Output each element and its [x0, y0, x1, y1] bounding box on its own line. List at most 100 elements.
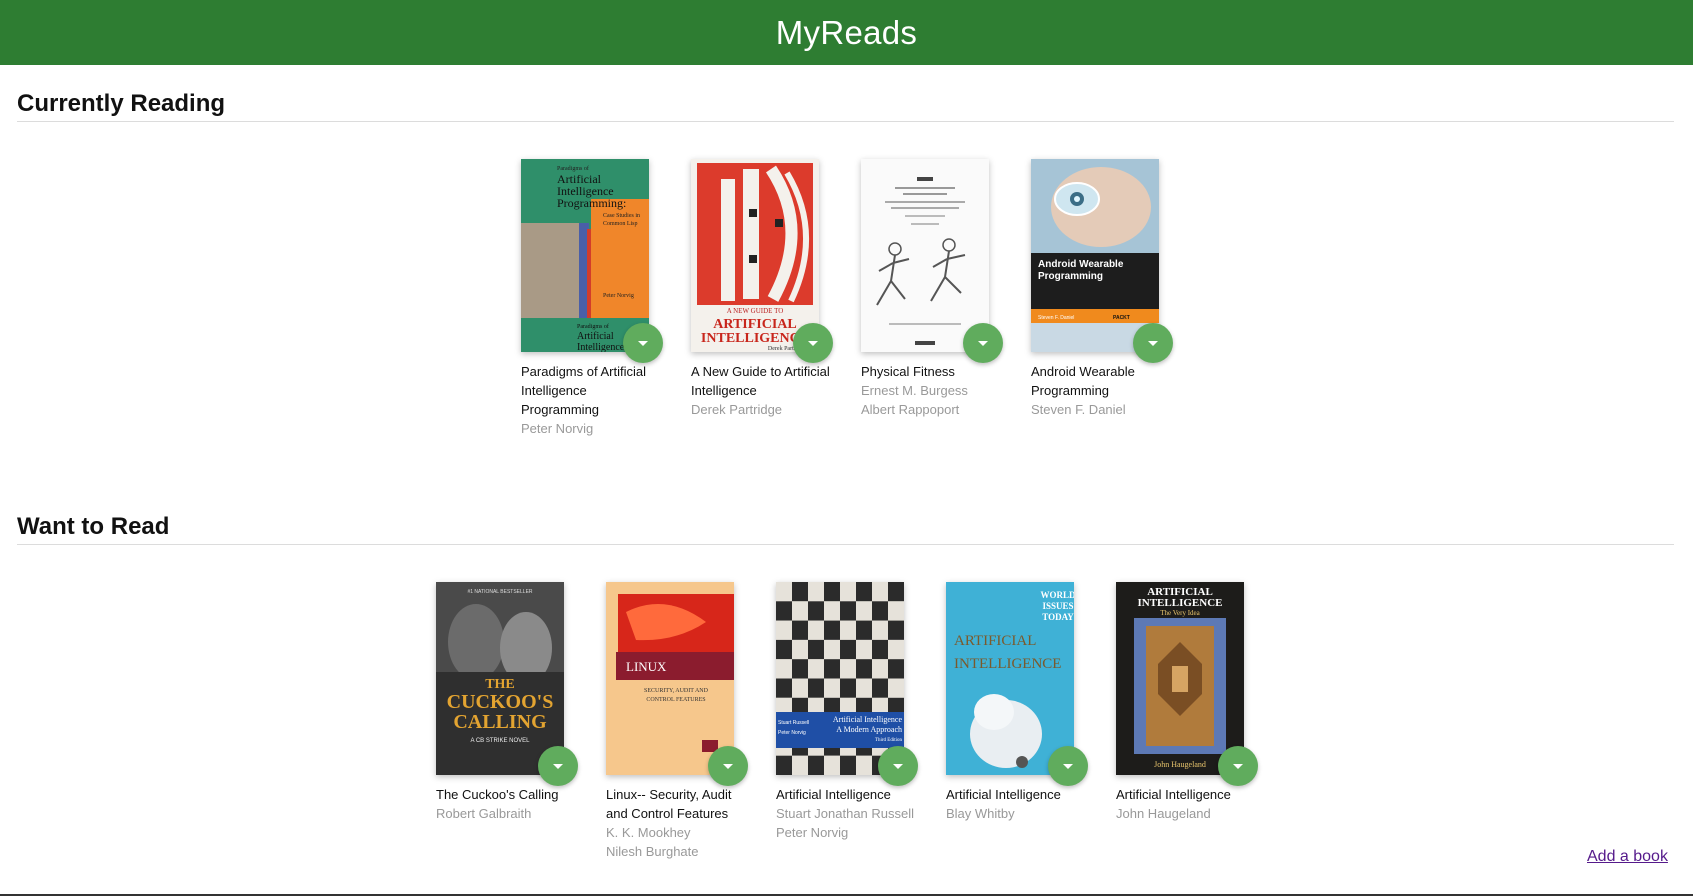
- book-cover[interactable]: #1 NATIONAL BESTSELLER THE CUCKOO'S CALL…: [436, 582, 578, 786]
- cover-pattern-tile: [776, 582, 792, 602]
- shelf-changer-button[interactable]: [1218, 746, 1258, 786]
- cover-pattern-tile: [840, 678, 856, 698]
- book-cover[interactable]: ARTIFICIAL INTELLIGENCE The Very Idea Jo…: [1116, 582, 1258, 786]
- cover-text: Stuart Russell: [778, 720, 809, 726]
- book-paradigms: Paradigms of Artificial Intelligence Pro…: [521, 159, 671, 438]
- book-author: Albert Rappoport: [861, 402, 960, 417]
- cover-pattern-tile: [792, 659, 808, 679]
- cover-text: ARTIFICIAL: [954, 633, 1036, 649]
- cover-pattern-tile: [792, 639, 808, 660]
- book-author: Blay Whitby: [946, 806, 1015, 821]
- cover-pattern-tile: [872, 601, 888, 621]
- book-author: John Haugeland: [1116, 806, 1211, 821]
- cover-text: A NEW GUIDE TO: [727, 307, 784, 315]
- cover-pattern-tile: [888, 678, 904, 698]
- cover-text: Programming: [1038, 271, 1103, 282]
- book-physical-fitness: Physical Fitness Ernest M. Burgess Alber…: [861, 159, 1011, 419]
- cover-text: TODAY: [1042, 612, 1074, 622]
- cover-pattern-tile: [824, 639, 840, 660]
- book-author: Peter Norvig: [776, 825, 849, 840]
- cover-text: Peter Norvig: [778, 730, 806, 736]
- cover-pattern-tile: [872, 620, 888, 640]
- cover-art-cuckoos-calling: #1 NATIONAL BESTSELLER THE CUCKOO'S CALL…: [436, 582, 564, 775]
- book-author: Steven F. Daniel: [1031, 402, 1126, 417]
- cover-text: CONTROL FEATURES: [646, 697, 705, 703]
- book-title: Android Wearable Programming: [1031, 364, 1135, 398]
- cover-art-physical-fitness: [861, 159, 989, 352]
- book-cuckoos-calling: #1 NATIONAL BESTSELLER THE CUCKOO'S CALL…: [436, 582, 586, 823]
- shelf-changer-button[interactable]: [1048, 746, 1088, 786]
- cover-pattern-tile: [872, 582, 888, 602]
- cover-text: THE: [485, 677, 515, 692]
- cover-pattern-tile: [856, 678, 872, 698]
- shelf-changer-button[interactable]: [708, 746, 748, 786]
- cover-text: Paradigms of: [557, 165, 589, 172]
- cover-art-paradigms: Paradigms of Artificial Intelligence Pro…: [521, 159, 649, 352]
- caret-down-icon: [553, 763, 563, 769]
- shelf-changer-button[interactable]: [1133, 323, 1173, 363]
- cover-text: Steven F. Daniel: [1038, 315, 1074, 321]
- cover-pattern-tile: [792, 601, 808, 621]
- shelf-divider: [17, 544, 1674, 545]
- shelf-changer-button[interactable]: [878, 746, 918, 786]
- cover-text: A Modern Approach: [836, 725, 902, 734]
- caret-down-icon: [723, 763, 733, 769]
- cover-text: Intelligence: [577, 342, 625, 352]
- cover-text: Android Wearable: [1038, 259, 1124, 270]
- book-author: Ernest M. Burgess: [861, 383, 968, 398]
- cover-text: Case Studies in: [603, 213, 640, 219]
- cover-pattern-tile: [840, 582, 856, 602]
- cover-art-ai-haugeland: ARTIFICIAL INTELLIGENCE The Very Idea Jo…: [1116, 582, 1244, 775]
- cover-art-android-wearable: Android Wearable Programming Steven F. D…: [1031, 159, 1159, 352]
- cover-pattern-tile: [888, 601, 904, 621]
- cover-pattern-tile: [776, 678, 792, 698]
- book-author: Robert Galbraith: [436, 806, 532, 821]
- book-cover[interactable]: Stuart Russell Peter Norvig Artificial I…: [776, 582, 918, 786]
- cover-art-ai-whitby: WORLD ISSUES TODAY ARTIFICIAL INTELLIGEN…: [946, 582, 1074, 775]
- cover-text: INTELLIGENCE: [1138, 597, 1223, 609]
- cover-text: LINUX: [626, 659, 667, 674]
- cover-pattern-tile: [856, 601, 872, 621]
- cover-pattern-tile: [888, 639, 904, 660]
- book-cover[interactable]: Android Wearable Programming Steven F. D…: [1031, 159, 1173, 363]
- cover-text: PACKT: [1113, 315, 1130, 321]
- cover-pattern-tile: [776, 620, 792, 640]
- book-title: Paradigms of Artificial Intelligence Pro…: [521, 364, 646, 417]
- cover-pattern-tile: [824, 755, 840, 775]
- cover-text: Peter Norvig: [603, 293, 634, 299]
- book-cover[interactable]: A NEW GUIDE TO ARTIFICIAL INTELLIGENCE D…: [691, 159, 833, 363]
- book-title: Linux-- Security, Audit and Control Feat…: [606, 787, 732, 821]
- cover-pattern-tile: [776, 639, 792, 660]
- caret-down-icon: [638, 340, 648, 346]
- book-cover[interactable]: WORLD ISSUES TODAY ARTIFICIAL INTELLIGEN…: [946, 582, 1088, 786]
- book-new-guide: A NEW GUIDE TO ARTIFICIAL INTELLIGENCE D…: [691, 159, 841, 419]
- cover-pattern-tile: [792, 755, 808, 775]
- book-title: Artificial Intelligence: [946, 787, 1061, 802]
- cover-pattern-tile: [792, 620, 808, 640]
- book-ai-modern-approach: Stuart Russell Peter Norvig Artificial I…: [776, 582, 926, 842]
- cover-pattern-tile: [840, 659, 856, 679]
- shelf-changer-button[interactable]: [963, 323, 1003, 363]
- cover-pattern-tile: [856, 755, 872, 775]
- shelf-changer-button[interactable]: [623, 323, 663, 363]
- cover-pattern-tile: [792, 678, 808, 698]
- shelf-changer-button[interactable]: [793, 323, 833, 363]
- book-cover[interactable]: Paradigms of Artificial Intelligence Pro…: [521, 159, 663, 363]
- cover-pattern-tile: [776, 601, 792, 621]
- shelf-title-currently-reading: Currently Reading: [17, 90, 226, 117]
- add-book-link[interactable]: Add a book: [1587, 848, 1668, 866]
- cover-pattern-tile: [888, 659, 904, 679]
- cover-text: The Very Idea: [1160, 609, 1200, 617]
- cover-pattern-tile: [888, 582, 904, 602]
- book-author: Derek Partridge: [691, 402, 783, 417]
- book-cover[interactable]: LINUX SECURITY, AUDIT AND CONTROL FEATUR…: [606, 582, 748, 786]
- book-cover[interactable]: [861, 159, 1003, 363]
- book-author: Stuart Jonathan Russell: [776, 806, 915, 821]
- cover-text: Artificial Intelligence: [833, 715, 903, 724]
- cover-pattern-tile: [856, 639, 872, 660]
- shelf-title-want-to-read: Want to Read: [17, 513, 170, 540]
- shelf-changer-button[interactable]: [538, 746, 578, 786]
- cover-pattern-tile: [776, 755, 792, 775]
- cover-pattern-tile: [824, 601, 840, 621]
- cover-text: SECURITY, AUDIT AND: [644, 688, 709, 694]
